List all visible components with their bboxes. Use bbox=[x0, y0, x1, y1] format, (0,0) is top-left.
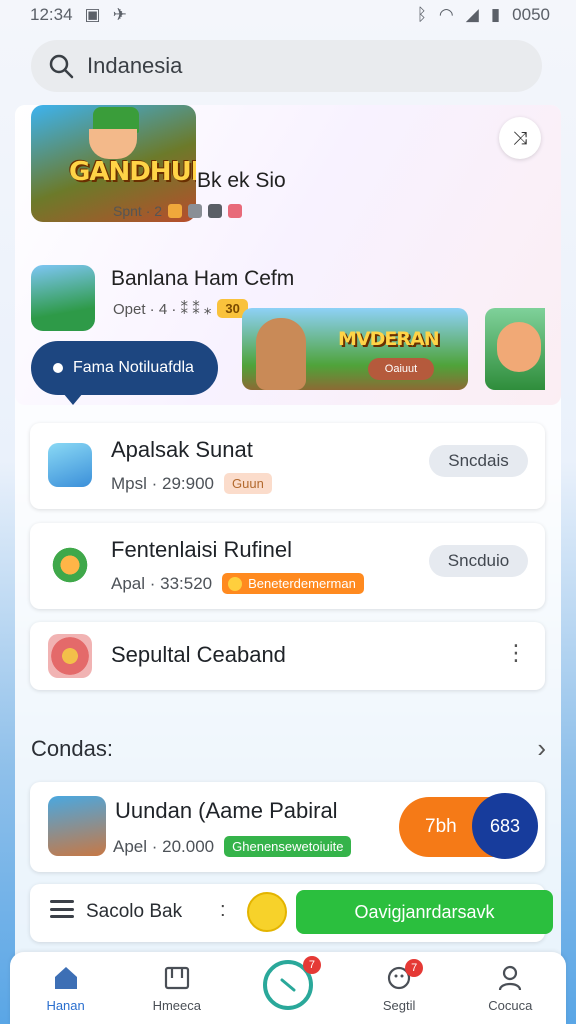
gear-icon bbox=[188, 204, 203, 218]
status-time: 12:34 bbox=[30, 5, 73, 24]
main-panel: GANDHUN Bk ek Sio Spnt · 2 ⤨ Banlana Ham… bbox=[15, 105, 561, 965]
section-title: Condas: bbox=[31, 735, 113, 761]
battery-text: 0050 bbox=[512, 5, 550, 24]
game-card-2[interactable]: Fentenlaisi Rufinel Apal · 33:520 Benete… bbox=[30, 523, 545, 609]
nav-profile-label: Cocuca bbox=[488, 998, 533, 1013]
game-card-1[interactable]: Apalsak Sunat Mpsl · 29:900 Guun Sncdais bbox=[30, 423, 545, 509]
chevron-right-icon[interactable]: › bbox=[537, 733, 546, 764]
home-icon bbox=[54, 967, 77, 989]
game-card-1-badge: Guun bbox=[224, 473, 272, 494]
footer-action-row: Sacolo Bak : Oavigjanrdarsavk bbox=[30, 884, 553, 942]
tooltip-label: Fama Notiluafdla bbox=[73, 359, 194, 376]
footer-row-label: Sacolo Bak bbox=[86, 901, 183, 922]
promo-tooltip[interactable]: Fama Notiluafdla bbox=[31, 341, 218, 405]
nav-social[interactable]: 7 Segtil bbox=[349, 959, 449, 1013]
promo-game-icon[interactable] bbox=[31, 265, 95, 331]
game-card-3[interactable]: Sepultal Ceaband ⋮ bbox=[30, 622, 545, 690]
tooltip-dot-icon bbox=[53, 363, 63, 373]
footer-primary-button[interactable]: Oavigjanrdarsavk bbox=[296, 890, 553, 934]
game-card-1-icon bbox=[48, 443, 92, 487]
bottom-nav: Hanan Hmeeca 7 7 Segtil Cocuca bbox=[10, 952, 566, 1024]
nav-profile[interactable]: Cocuca bbox=[460, 963, 560, 1013]
star-icon bbox=[168, 204, 183, 218]
game-card-2-icon bbox=[48, 543, 92, 587]
search-bar[interactable] bbox=[31, 40, 542, 92]
promo-subtitle-row: Opet · 4 · ⁑ ⁑ ⁎ 30 bbox=[113, 299, 248, 318]
featured-game-title: Uundan (Aame Pabiral bbox=[115, 798, 338, 823]
shuffle-button[interactable]: ⤨ bbox=[499, 117, 541, 159]
game-card-1-title: Apalsak Sunat bbox=[111, 437, 253, 462]
nav-home-label: Hanan bbox=[46, 998, 85, 1013]
nav-center-badge: 7 bbox=[302, 956, 321, 974]
search-input[interactable] bbox=[87, 53, 487, 79]
featured-game-icon bbox=[48, 796, 106, 856]
section-header[interactable]: Condas: › bbox=[31, 733, 546, 764]
featured-count-badge[interactable]: 683 bbox=[472, 793, 538, 859]
status-bar: 12:34 ▣ ✈ ᛒ ◠ ◢ ▮ 0050 bbox=[0, 0, 576, 30]
game-card-3-icon bbox=[48, 634, 92, 678]
plane-icon: ✈ bbox=[112, 5, 127, 24]
status-left: 12:34 ▣ ✈ bbox=[30, 5, 127, 25]
game-card-2-meta-text: Apal · 33:520 bbox=[111, 573, 213, 593]
nav-social-label: Segtil bbox=[382, 998, 416, 1013]
battery-icon: ▮ bbox=[490, 5, 501, 24]
promo-banner[interactable]: MVDERAN Oaiuut bbox=[242, 308, 468, 390]
nav-library[interactable]: Hmeeca bbox=[127, 963, 227, 1013]
notification-icon: ▣ bbox=[84, 5, 101, 24]
promo-title: Banlana Ham Cefm bbox=[111, 267, 295, 290]
nav-library-label: Hmeeca bbox=[152, 998, 201, 1013]
coin-avatar-icon bbox=[247, 892, 287, 932]
featured-cta-label: 7bh bbox=[425, 816, 457, 837]
game-card-1-meta-text: Mpsl · 29:900 bbox=[111, 473, 214, 493]
promo-subtitle: Opet · 4 · ⁑ ⁑ ⁎ bbox=[113, 300, 212, 318]
game-card-1-meta: Mpsl · 29:900 Guun bbox=[111, 473, 272, 494]
hero-logo-text: GANDHUN bbox=[69, 157, 196, 187]
more-options-icon[interactable]: ⋮ bbox=[505, 642, 527, 664]
nav-social-badge: 7 bbox=[405, 959, 424, 977]
featured-game-badge: Ghenensewetoiuite bbox=[224, 836, 352, 857]
hero-character-face bbox=[89, 129, 137, 159]
banner-title: MVDERAN bbox=[338, 328, 440, 350]
search-icon[interactable] bbox=[47, 52, 75, 80]
nav-center[interactable]: 7 bbox=[238, 956, 338, 1010]
shuffle-icon: ⤨ bbox=[512, 127, 528, 148]
nav-home[interactable]: Hanan bbox=[16, 963, 116, 1013]
banner-button[interactable]: Oaiuut bbox=[368, 358, 434, 380]
separator-dot: : bbox=[220, 899, 226, 921]
game-card-3-title: Sepultal Ceaband bbox=[111, 642, 286, 667]
rating-icon bbox=[228, 204, 243, 218]
library-icon bbox=[164, 966, 189, 990]
compass-icon: 7 bbox=[262, 956, 321, 1010]
hero-title: Bk ek Sio bbox=[197, 169, 286, 192]
wifi-icon: ◠ bbox=[438, 5, 454, 24]
banner-character bbox=[256, 318, 306, 390]
hero-section: GANDHUN Bk ek Sio Spnt · 2 ⤨ Banlana Ham… bbox=[15, 105, 561, 405]
game-card-2-badge: Beneterdemerman bbox=[222, 573, 364, 594]
promo-banner-secondary[interactable] bbox=[485, 308, 545, 390]
featured-count: 683 bbox=[489, 815, 521, 836]
hero-subtitle: Spnt · 2 bbox=[113, 203, 163, 219]
game-card-2-meta: Apal · 33:520 Beneterdemerman bbox=[111, 573, 364, 594]
game-card-2-button[interactable]: Sncduio bbox=[429, 545, 528, 577]
banner-secondary-character bbox=[497, 322, 541, 372]
status-right: ᛒ ◠ ◢ ▮ 0050 bbox=[417, 5, 550, 25]
signal-icon: ◢ bbox=[465, 5, 479, 24]
game-card-2-title: Fentenlaisi Rufinel bbox=[111, 537, 292, 562]
profile-icon bbox=[499, 965, 522, 991]
controller-icon bbox=[208, 204, 223, 218]
featured-game-meta-text: Apel · 20.000 bbox=[113, 836, 215, 856]
bluetooth-icon: ᛒ bbox=[416, 5, 427, 24]
menu-icon[interactable] bbox=[50, 900, 74, 918]
hero-subtitle-row: Spnt · 2 bbox=[113, 203, 243, 219]
featured-game-meta: Apel · 20.000 Ghenensewetoiuite bbox=[113, 836, 352, 857]
game-card-1-button[interactable]: Sncdais bbox=[429, 445, 528, 477]
